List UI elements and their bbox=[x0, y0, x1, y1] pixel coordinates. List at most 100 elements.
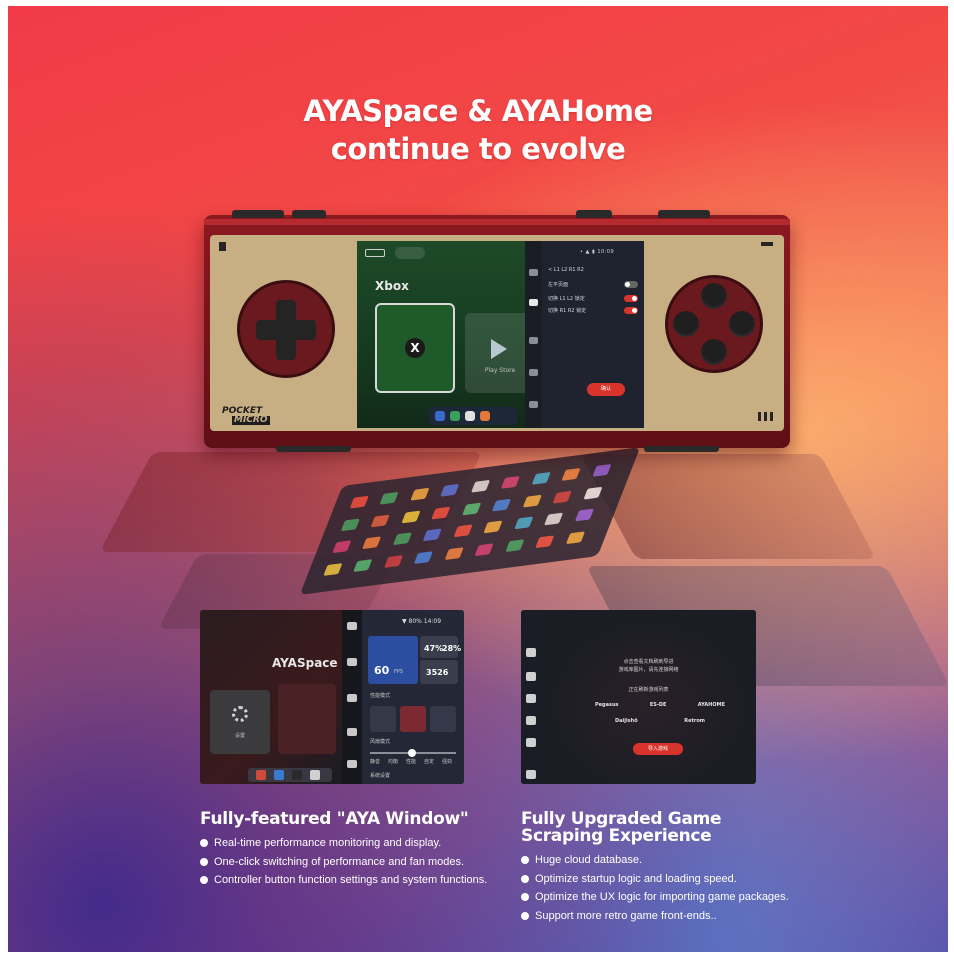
headline: AYASpace & AYAHome continue to evolve bbox=[8, 92, 948, 168]
rail-grid-icon[interactable] bbox=[529, 369, 538, 376]
fan-slider[interactable] bbox=[370, 749, 456, 757]
rail-performance-icon[interactable] bbox=[347, 622, 357, 630]
face-button-top bbox=[701, 283, 727, 309]
pocket-micro-logo: POCKET MICRO bbox=[222, 407, 270, 425]
import-games-button[interactable]: 导入游戏 bbox=[633, 743, 683, 755]
rail-home-icon[interactable] bbox=[526, 770, 536, 779]
panel-row-label: 切换 L1 L2 锁定 bbox=[548, 296, 585, 302]
dock-app-icon[interactable] bbox=[310, 770, 320, 780]
memory-value: 3526 bbox=[426, 668, 449, 677]
fan-mode-label: 风扇模式 bbox=[370, 739, 391, 745]
panel-row-label: 左平页面 bbox=[548, 282, 569, 288]
feature-title-line-2: Scraping Experience bbox=[521, 826, 712, 846]
pegasus-logo[interactable]: Pegasus bbox=[595, 702, 619, 708]
status-bar: • ▲ ▮ 10:09 bbox=[580, 249, 615, 255]
face-button-right bbox=[729, 311, 755, 337]
rail-performance-icon[interactable] bbox=[529, 269, 538, 276]
right-trigger bbox=[576, 210, 612, 218]
rail-window-icon[interactable] bbox=[347, 694, 357, 702]
device-foot-left bbox=[276, 446, 351, 452]
mode-button-balanced[interactable] bbox=[400, 706, 426, 732]
feature-aya-window-list: Real-time performance monitoring and dis… bbox=[200, 834, 520, 890]
feature-bullet: Optimize startup logic and loading speed… bbox=[521, 870, 821, 889]
brand-line-2: MICRO bbox=[232, 415, 270, 425]
feature-aya-window-title: Fully-featured "AYA Window" bbox=[200, 809, 469, 829]
panel-toggle[interactable] bbox=[624, 307, 638, 314]
settings-card[interactable]: 设置 bbox=[210, 690, 270, 754]
screen-settings-panel: • ▲ ▮ 10:09 < L1 L2 R1 R2 左平页面 切换 L1 L2 … bbox=[542, 241, 644, 428]
dock-app-icon[interactable] bbox=[435, 411, 445, 421]
dpad-vertical bbox=[276, 300, 296, 360]
rail-grid-icon[interactable] bbox=[347, 728, 357, 736]
frontend-logos-row-1: Pegasus ES-DE AYAHOME bbox=[595, 702, 725, 708]
rail-controller-icon[interactable] bbox=[526, 672, 536, 681]
panel-header[interactable]: < L1 L2 R1 R2 bbox=[548, 267, 638, 276]
feature-bullet: Huge cloud database. bbox=[521, 851, 821, 870]
rail-window-icon[interactable] bbox=[529, 337, 538, 344]
fan-scale-3: 性能 bbox=[406, 759, 417, 765]
xbox-dock-icon[interactable] bbox=[450, 411, 460, 421]
promo-page: AYASpace & AYAHome continue to evolve PO… bbox=[8, 6, 948, 952]
aya-space-title: AYASpace bbox=[272, 656, 338, 670]
es-de-logo[interactable]: ES-DE bbox=[650, 702, 667, 708]
screen-title: Xbox bbox=[375, 279, 409, 293]
dock-app-icon[interactable] bbox=[480, 411, 490, 421]
feature-game-scraping-list: Huge cloud database. Optimize startup lo… bbox=[521, 851, 821, 925]
dock-app-icon[interactable] bbox=[256, 770, 266, 780]
fan-scale-5: 强劲 bbox=[442, 759, 453, 765]
mode-button-silent[interactable] bbox=[370, 706, 396, 732]
face-buttons bbox=[665, 275, 763, 373]
rail-controller-icon[interactable] bbox=[347, 658, 357, 666]
xbox-app-tile[interactable]: X bbox=[375, 303, 455, 393]
feature-bullet: Support more retro game front-ends.. bbox=[521, 907, 821, 926]
cpu-percent: 28% bbox=[442, 644, 462, 653]
rail-globe-icon[interactable] bbox=[526, 694, 536, 703]
device-foot-right bbox=[644, 446, 719, 452]
feature-aya-window: Fully-featured "AYA Window" Real-time pe… bbox=[200, 811, 520, 890]
panel-row: 切换 R1 R2 锁定 bbox=[548, 307, 638, 316]
panel-toggle[interactable] bbox=[624, 281, 638, 288]
panel-toggle[interactable] bbox=[624, 295, 638, 302]
frontend-logos-row-2: Daijishō Retrom bbox=[615, 718, 705, 724]
dock-app-icon[interactable] bbox=[465, 411, 475, 421]
fps-value: 60 bbox=[374, 664, 390, 677]
device-screen: Xbox X Play Store • ▲ ▮ 10:09 < L1 L2 R1… bbox=[357, 241, 644, 428]
gpu-percent: 47% bbox=[424, 644, 444, 653]
dock-app-icon[interactable] bbox=[274, 770, 284, 780]
scraper-rail bbox=[521, 610, 541, 784]
screen-launcher: Xbox X Play Store bbox=[357, 241, 535, 428]
performance-mode-label: 性能模式 bbox=[370, 693, 391, 699]
xbox-icon: X bbox=[405, 338, 425, 358]
rail-gear-icon[interactable] bbox=[526, 716, 536, 725]
dock-app-icon[interactable] bbox=[292, 770, 302, 780]
ayahome-logo[interactable]: AYAHOME bbox=[698, 702, 725, 708]
rail-user-icon[interactable] bbox=[526, 738, 536, 747]
aya-window-panel: ▼ 80% 14:09 60 FPS 47% 28% 3526 性能模式 风扇模… bbox=[362, 610, 464, 784]
retrom-logo[interactable]: Retrom bbox=[684, 718, 705, 724]
panel-row-label: 切换 R1 R2 锁定 bbox=[548, 308, 587, 314]
confirm-button[interactable]: 确认 bbox=[587, 383, 625, 396]
fan-scale-2: 均衡 bbox=[388, 759, 399, 765]
system-settings-label[interactable]: 系统设置 bbox=[370, 772, 390, 779]
rail-controller-icon[interactable] bbox=[529, 299, 538, 306]
search-pill[interactable] bbox=[395, 247, 425, 259]
feature-bullet: Real-time performance monitoring and dis… bbox=[200, 834, 520, 853]
rail-grid-icon[interactable] bbox=[526, 648, 536, 657]
fps-card: 60 FPS bbox=[368, 636, 418, 684]
speaker-slot-3 bbox=[770, 412, 773, 421]
settings-card-caption: 设置 bbox=[234, 733, 245, 739]
dpad bbox=[237, 280, 335, 378]
feature-bullet: Controller button function settings and … bbox=[200, 871, 520, 890]
daijisho-logo[interactable]: Daijishō bbox=[615, 718, 638, 724]
fan-slider-handle[interactable] bbox=[408, 749, 416, 757]
aya-window-rail bbox=[342, 610, 362, 784]
rail-tools-icon[interactable] bbox=[347, 760, 357, 768]
gpu-card: 47% 28% bbox=[420, 636, 462, 658]
game-card[interactable] bbox=[278, 684, 336, 754]
gear-icon bbox=[232, 706, 248, 722]
rail-tools-icon[interactable] bbox=[529, 401, 538, 408]
aya-window-screenshot: AYASpace 设置 ▼ 80% 14:09 60 FPS 47% 28% 3… bbox=[200, 610, 464, 784]
mode-button-performance[interactable] bbox=[430, 706, 456, 732]
fan-scale-1: 静音 bbox=[370, 759, 381, 765]
scraper-main: 点击查看文档刷刺导进 游戏库图片，请先连接网络 正在刷新游戏列表 Pegasus… bbox=[541, 610, 756, 784]
